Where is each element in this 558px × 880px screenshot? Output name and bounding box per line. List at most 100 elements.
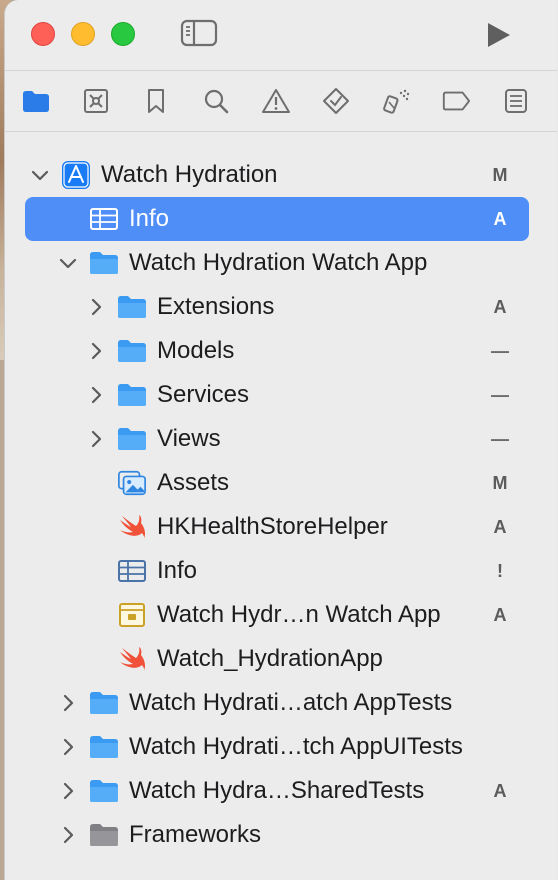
tree-row[interactable]: Watch Hydrati…tch AppUITests (25, 725, 529, 769)
assets-catalog-icon (118, 470, 146, 496)
warning-icon (262, 89, 290, 113)
folder-icon (118, 428, 146, 450)
tab-project-navigator[interactable] (21, 86, 51, 116)
tree-item-icon (117, 603, 147, 627)
run-button[interactable] (483, 20, 513, 55)
tree-row[interactable]: Models — (25, 329, 529, 373)
tab-report-navigator[interactable] (501, 86, 531, 116)
folder-icon (90, 252, 118, 274)
disclosure-toggle[interactable] (61, 826, 75, 849)
disclosure-toggle[interactable] (61, 694, 75, 717)
tree-item-label: Info (129, 205, 170, 232)
tabbar-divider (5, 131, 557, 132)
zoom-button[interactable] (111, 22, 135, 46)
test-diamond-icon (323, 88, 349, 114)
tree-item-label: Views (157, 425, 221, 452)
disclosure-toggle[interactable] (31, 169, 49, 188)
tree-row[interactable]: Services — (25, 373, 529, 417)
tree-item-label: Watch Hydration (101, 161, 278, 188)
tree-row[interactable]: Info A (25, 197, 529, 241)
tree-item-label: Assets (157, 469, 230, 496)
tree-item-icon (89, 691, 119, 715)
tree-item-label: HKHealthStoreHelper (157, 513, 388, 540)
disclosure-toggle[interactable] (89, 430, 103, 453)
frameworks-folder-icon (90, 824, 118, 846)
tree-row[interactable]: HKHealthStoreHelper A (25, 505, 529, 549)
tab-debug-navigator[interactable] (381, 86, 411, 116)
tab-breakpoint-navigator[interactable] (441, 86, 471, 116)
tree-item-icon (117, 339, 147, 363)
tree-item-label: Extensions (157, 293, 275, 320)
tree-item-label: Watch Hydr…n Watch App (157, 601, 441, 628)
plist-table-icon (90, 208, 118, 230)
disclosure-toggle[interactable] (61, 738, 75, 761)
tree-item-label: Watch_HydrationApp (157, 645, 383, 672)
tree-item-label: Models (157, 337, 235, 364)
tab-source-control-navigator[interactable] (81, 86, 111, 116)
tree-row[interactable]: Watch Hydr…n Watch App A (25, 593, 529, 637)
scm-status-badge: ! (497, 561, 503, 581)
tree-row[interactable]: Watch_HydrationApp (25, 637, 529, 681)
close-button[interactable] (31, 22, 55, 46)
tree-item-icon (117, 647, 147, 671)
disclosure-toggle[interactable] (59, 257, 77, 276)
disclosure-toggle[interactable] (89, 386, 103, 409)
chevron-down-icon[interactable] (31, 169, 49, 183)
tree-row[interactable]: Watch Hydration M (25, 153, 529, 197)
tab-test-navigator[interactable] (321, 86, 351, 116)
chevron-right-icon[interactable] (61, 738, 75, 756)
tab-bookmark-navigator[interactable] (141, 86, 171, 116)
tree-row[interactable]: Watch Hydra…SharedTests A (25, 769, 529, 813)
tree-row[interactable]: Watch Hydration Watch App (25, 241, 529, 285)
chevron-right-icon[interactable] (89, 298, 103, 316)
navigator-tab-bar (5, 71, 557, 131)
chevron-right-icon[interactable] (89, 386, 103, 404)
folder-icon (118, 340, 146, 362)
chevron-right-icon[interactable] (89, 342, 103, 360)
plist-table-icon (118, 560, 146, 582)
tree-item-icon (89, 207, 119, 231)
tree-row[interactable]: Info! (25, 549, 529, 593)
tree-row[interactable]: Extensions A (25, 285, 529, 329)
sidebar-toggle-button[interactable] (179, 18, 219, 53)
folder-icon (23, 91, 49, 112)
report-list-icon (505, 89, 527, 113)
entitlements-file-icon (119, 603, 145, 627)
tree-item-icon (117, 295, 147, 319)
minimize-button[interactable] (71, 22, 95, 46)
scm-status-badge: M (492, 165, 508, 185)
folder-icon (90, 780, 118, 802)
chevron-right-icon[interactable] (61, 782, 75, 800)
tree-item-label: Info (157, 557, 198, 584)
chevron-right-icon[interactable] (89, 430, 103, 448)
chevron-right-icon[interactable] (61, 694, 75, 712)
tree-row[interactable]: Assets M (25, 461, 529, 505)
scm-status-badge: A (493, 209, 507, 229)
tree-item-icon (89, 779, 119, 803)
breakpoint-tag-icon (442, 91, 471, 111)
chevron-right-icon[interactable] (61, 826, 75, 844)
scm-status-badge: M (492, 473, 508, 493)
tab-issue-navigator[interactable] (261, 86, 291, 116)
tree-item-icon (117, 470, 147, 496)
tree-item-icon (89, 251, 119, 275)
magnifier-icon (204, 89, 229, 114)
scm-status-badge: A (493, 781, 507, 801)
disclosure-toggle[interactable] (61, 782, 75, 805)
scm-status-badge: — (491, 385, 509, 405)
folder-icon (90, 692, 118, 714)
play-icon (488, 23, 510, 47)
disclosure-toggle[interactable] (89, 342, 103, 365)
swift-file-icon (120, 515, 145, 539)
chevron-down-icon[interactable] (59, 257, 77, 271)
app-project-icon (62, 161, 90, 189)
tree-row[interactable]: Watch Hydrati…atch AppTests (25, 681, 529, 725)
tree-item-icon (61, 161, 91, 189)
tree-row[interactable]: Frameworks (25, 813, 529, 857)
disclosure-toggle[interactable] (89, 298, 103, 321)
titlebar (5, 0, 557, 70)
tree-item-label: Services (157, 381, 250, 408)
tab-find-navigator[interactable] (201, 86, 231, 116)
tree-row[interactable]: Views — (25, 417, 529, 461)
swift-file-icon (120, 647, 145, 671)
